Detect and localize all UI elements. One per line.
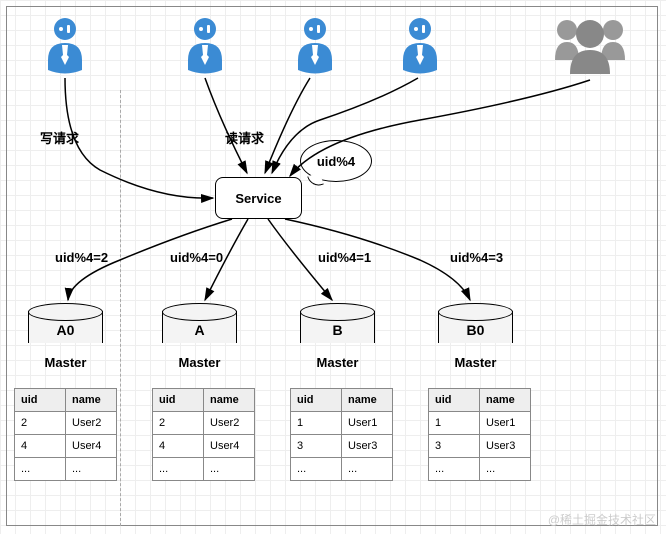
watermark: @稀土掘金技术社区 xyxy=(548,511,656,528)
table-row: 2User2 xyxy=(15,412,117,435)
route-label: uid%4=0 xyxy=(170,250,223,265)
db-role: Master xyxy=(162,355,237,370)
db-node: B Master xyxy=(300,303,375,370)
cell-uid: 2 xyxy=(153,412,204,435)
cell-name: User1 xyxy=(342,412,393,435)
db-node: A Master xyxy=(162,303,237,370)
db-node: A0 Master xyxy=(28,303,103,370)
shard-table: uidname 1User13User3...... xyxy=(290,388,393,481)
db-name: B xyxy=(300,303,375,351)
shard-table: uidname 2User24User4...... xyxy=(152,388,255,481)
table-row: 4User4 xyxy=(15,435,117,458)
cell-name: User1 xyxy=(480,412,531,435)
route-label: uid%4=2 xyxy=(55,250,108,265)
users-group-icon xyxy=(545,10,635,80)
cell-name: ... xyxy=(204,458,255,481)
cell-uid: 3 xyxy=(291,435,342,458)
cell-uid: 1 xyxy=(291,412,342,435)
cell-uid: 2 xyxy=(15,412,66,435)
user-icon xyxy=(40,15,90,75)
table-row: 3User3 xyxy=(429,435,531,458)
col-uid: uid xyxy=(153,389,204,412)
cell-name: ... xyxy=(342,458,393,481)
cell-uid: 1 xyxy=(429,412,480,435)
cell-name: User3 xyxy=(480,435,531,458)
label-read-request: 读请求 xyxy=(225,128,264,147)
cell-uid: ... xyxy=(429,458,480,481)
col-uid: uid xyxy=(429,389,480,412)
cell-name: User3 xyxy=(342,435,393,458)
db-name: B0 xyxy=(438,303,513,351)
cell-name: User4 xyxy=(66,435,117,458)
table-row: ...... xyxy=(15,458,117,481)
col-name: name xyxy=(480,389,531,412)
table-row: 3User3 xyxy=(291,435,393,458)
cell-uid: ... xyxy=(291,458,342,481)
db-name: A0 xyxy=(28,303,103,351)
cell-uid: ... xyxy=(15,458,66,481)
user-icon xyxy=(290,15,340,75)
cell-name: User4 xyxy=(204,435,255,458)
table-row: ...... xyxy=(429,458,531,481)
db-name: A xyxy=(162,303,237,351)
col-name: name xyxy=(204,389,255,412)
table-row: 1User1 xyxy=(291,412,393,435)
cell-uid: 4 xyxy=(15,435,66,458)
cell-name: User2 xyxy=(204,412,255,435)
user-icon xyxy=(395,15,445,75)
speech-bubble: uid%4 xyxy=(300,140,372,182)
shard-table: uidname 1User13User3...... xyxy=(428,388,531,481)
table-row: 4User4 xyxy=(153,435,255,458)
table-row: ...... xyxy=(291,458,393,481)
service-node: Service xyxy=(215,177,302,219)
db-role: Master xyxy=(300,355,375,370)
cell-uid: ... xyxy=(153,458,204,481)
db-role: Master xyxy=(28,355,103,370)
db-role: Master xyxy=(438,355,513,370)
col-uid: uid xyxy=(15,389,66,412)
route-label: uid%4=3 xyxy=(450,250,503,265)
shard-table: uidname 2User24User4...... xyxy=(14,388,117,481)
db-node: B0 Master xyxy=(438,303,513,370)
table-row: ...... xyxy=(153,458,255,481)
cell-name: ... xyxy=(480,458,531,481)
cell-name: ... xyxy=(66,458,117,481)
cell-name: User2 xyxy=(66,412,117,435)
route-label: uid%4=1 xyxy=(318,250,371,265)
table-row: 2User2 xyxy=(153,412,255,435)
label-write-request: 写请求 xyxy=(40,128,79,147)
cell-uid: 3 xyxy=(429,435,480,458)
service-label: Service xyxy=(235,191,281,206)
table-row: 1User1 xyxy=(429,412,531,435)
col-name: name xyxy=(66,389,117,412)
col-name: name xyxy=(342,389,393,412)
cell-uid: 4 xyxy=(153,435,204,458)
divider-dashed xyxy=(120,90,121,526)
col-uid: uid xyxy=(291,389,342,412)
user-icon xyxy=(180,15,230,75)
bubble-text: uid%4 xyxy=(317,154,355,169)
